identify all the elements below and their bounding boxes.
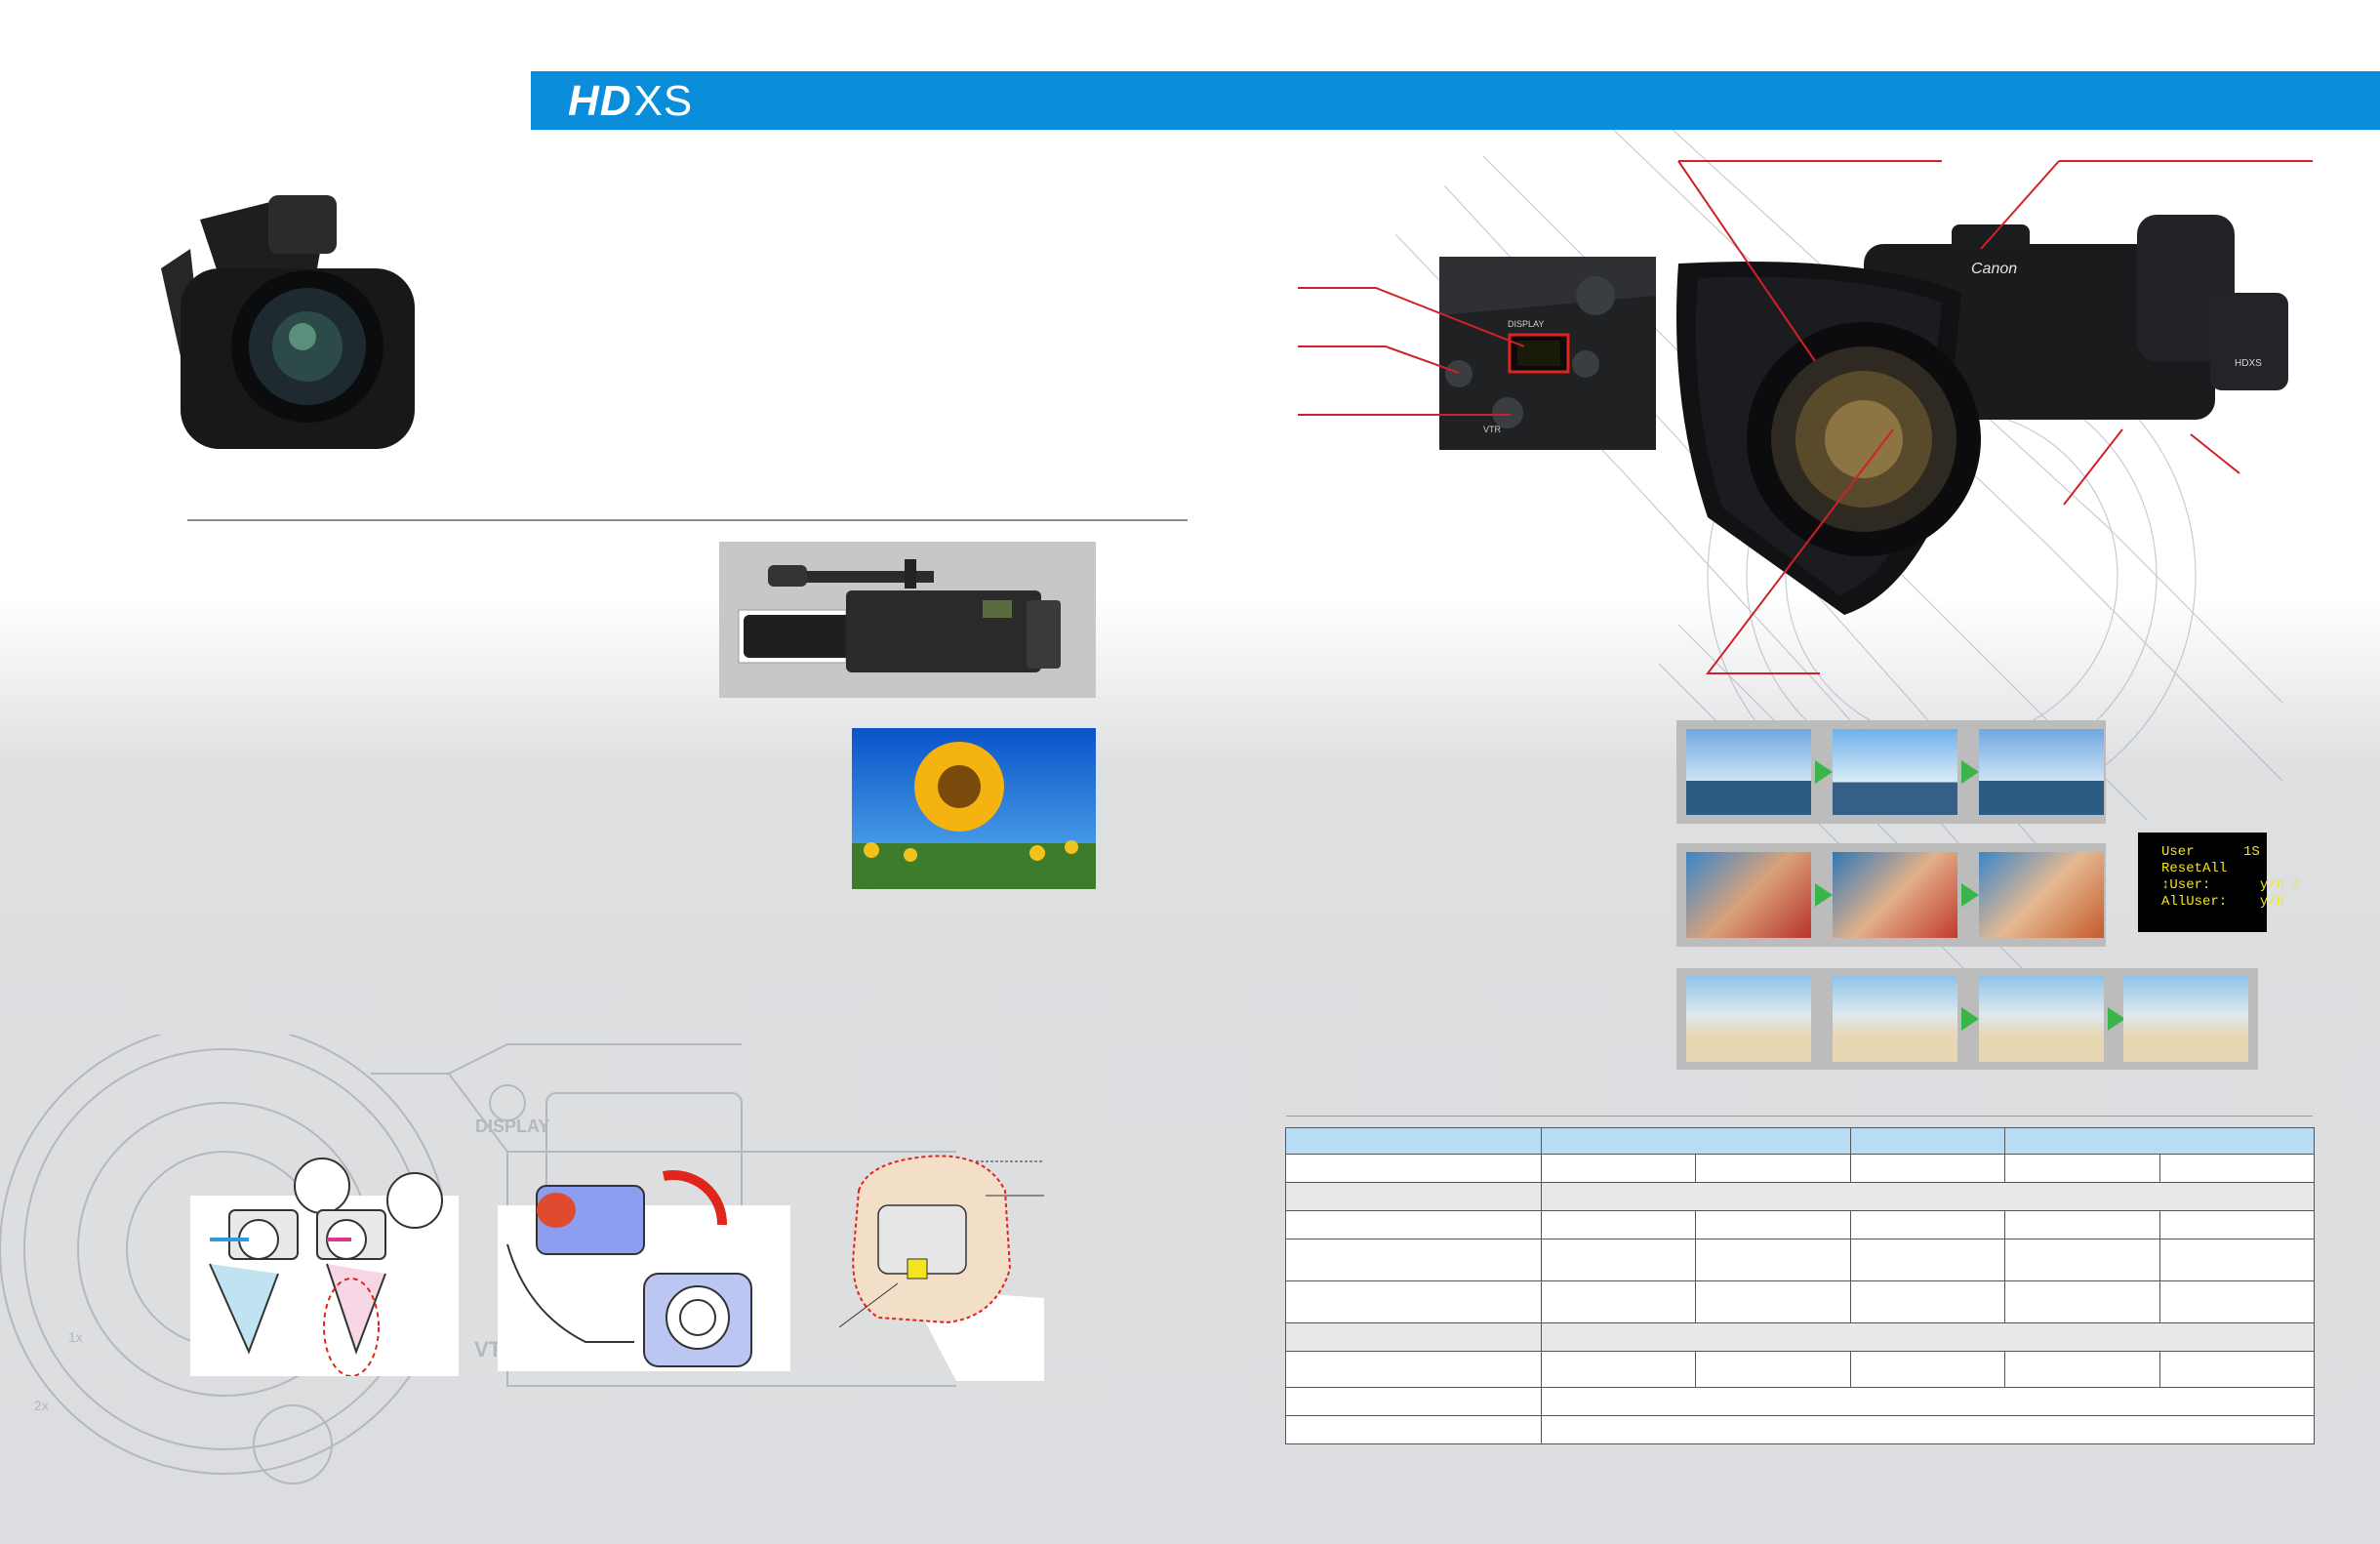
lcd-line-4: AllUser: y/n [2161,894,2285,910]
spec-divider [1286,1116,2313,1117]
lcd-line-3: ↕User: y/n 2 [2161,877,2301,893]
zoom-sequence-1 [1676,720,2106,824]
table-row [1285,1351,2316,1388]
shoulder-illustration [190,1158,459,1376]
thumb-beach-1 [1686,976,1811,1062]
thumb-beach-4 [2123,976,2248,1062]
table-row [1285,1127,2315,1155]
lcd-line-1: User 1S [2161,844,2269,860]
thumb-beach-2 [1833,976,1957,1062]
table-row [1285,1280,2316,1323]
lcd-user-menu: User 1S ResetAll ↕User: y/n 2 AllUser: y… [2138,833,2301,932]
table-row [1285,1239,2316,1281]
thumb-pier-1 [1686,729,1811,815]
zoom-sequence-2 [1676,843,2106,947]
table-row [1285,1210,2316,1239]
table-row [1285,1387,2315,1416]
thumb-pier-3 [1979,729,2104,815]
table-row [1285,1415,2315,1444]
thumb-cafe-3 [1979,852,2104,938]
green-arrow [1961,1007,1979,1031]
green-arrow [1961,760,1979,784]
table-row [1285,1154,2316,1183]
zoom-grip-illustration [498,1170,790,1371]
green-arrow [1961,883,1979,907]
thumb-cafe-1 [1686,852,1811,938]
lens-grip-illustration [839,1155,1044,1381]
green-arrow [1815,883,1833,907]
thumb-cafe-2 [1833,852,1957,938]
spec-table [1285,1127,2316,1444]
table-row [1285,1182,2315,1211]
zoom-sequence-3 [1676,968,2258,1070]
green-arrow [1815,760,1833,784]
thumb-beach-3 [1979,976,2104,1062]
table-row [1285,1322,2315,1352]
thumb-pier-2 [1833,729,1957,815]
lcd-line-2: ResetAll [2161,861,2228,876]
